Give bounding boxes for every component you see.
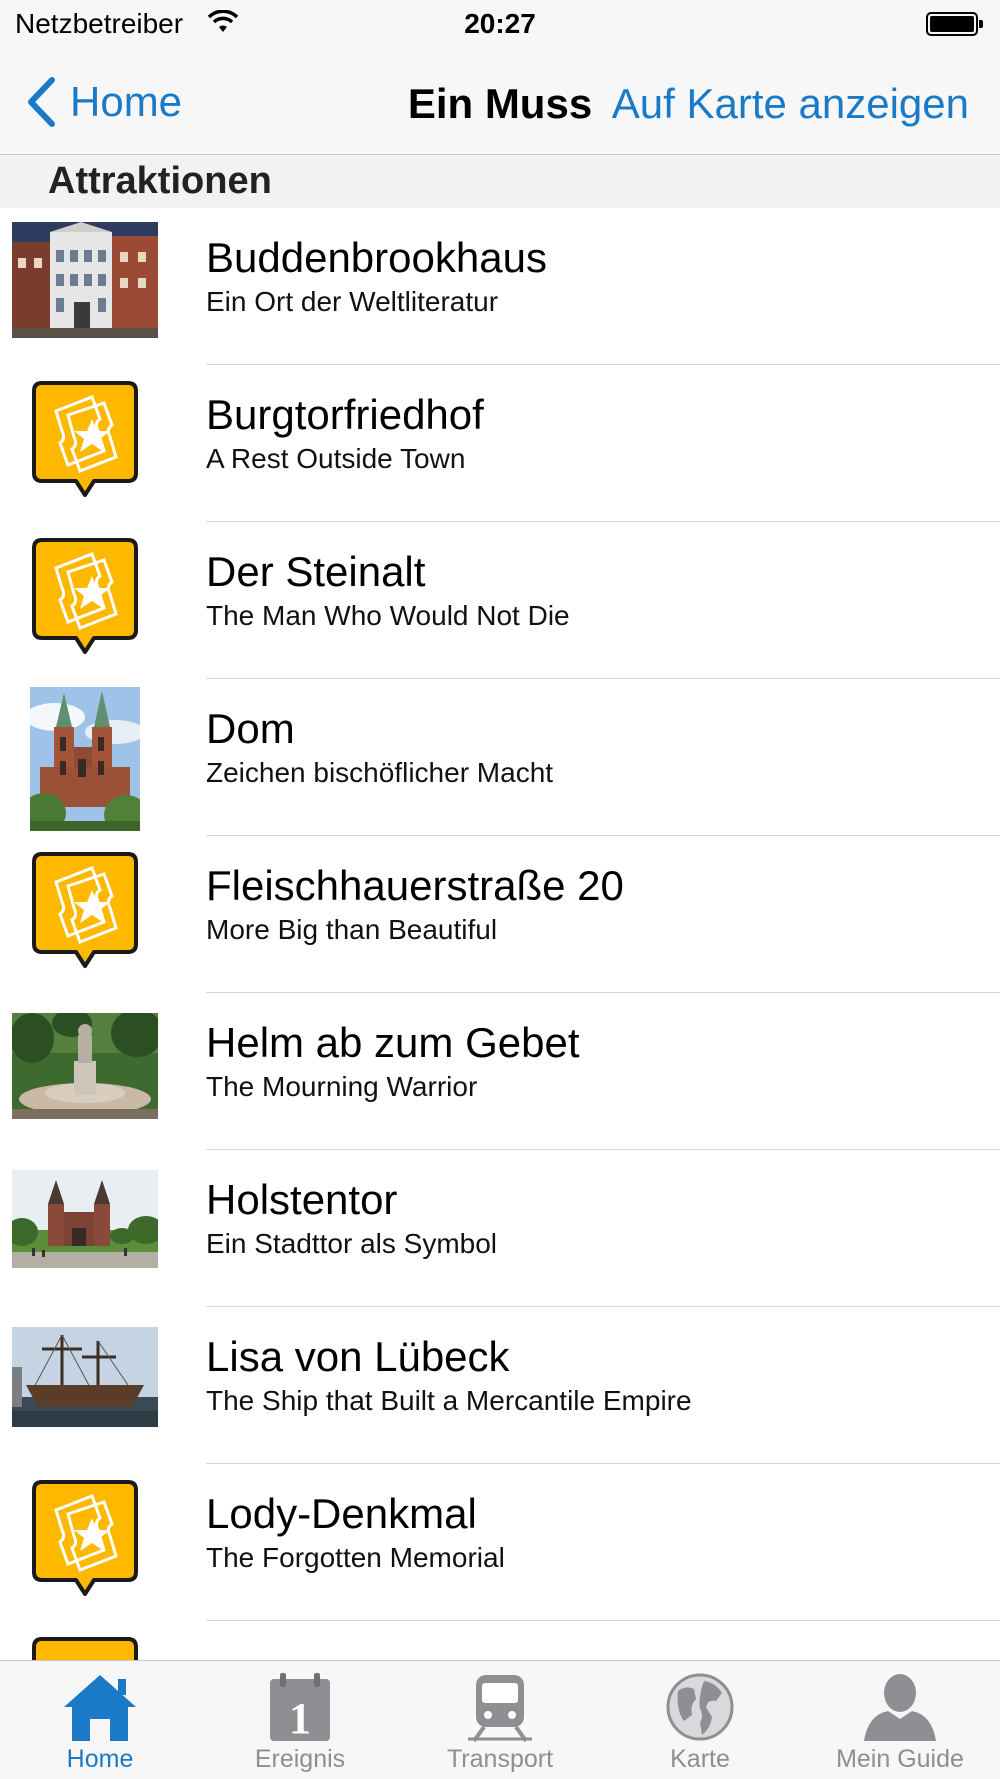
tab-label: Karte xyxy=(670,1745,730,1773)
svg-text:1: 1 xyxy=(289,1694,311,1743)
item-subtitle: The Forgotten Memorial xyxy=(206,1542,505,1573)
list-item[interactable]: Buddenbrookhaus Ein Ort der Weltliteratu… xyxy=(0,208,1000,365)
show-on-map-button[interactable]: Auf Karte anzeigen xyxy=(612,80,969,128)
attractions-list[interactable]: Buddenbrookhaus Ein Ort der Weltliteratu… xyxy=(0,208,1000,1660)
list-item[interactable] xyxy=(0,1621,1000,1660)
list-item[interactable]: Fleischhauerstraße 20 More Big than Beau… xyxy=(0,836,1000,993)
item-subtitle: Ein Stadttor als Symbol xyxy=(206,1228,498,1259)
globe-icon xyxy=(666,1673,734,1741)
tab-home[interactable]: Home xyxy=(0,1661,200,1779)
item-subtitle: Ein Ort der Weltliteratur xyxy=(206,286,499,317)
status-bar: Netzbetreiber 20:27 xyxy=(0,0,1000,50)
thumbnail-photo xyxy=(12,1327,158,1427)
clock: 20:27 xyxy=(464,8,536,39)
list-item[interactable]: Der Steinalt The Man Who Would Not Die xyxy=(0,522,1000,679)
item-subtitle: Zeichen bischöflicher Macht xyxy=(206,757,554,788)
navigation-bar: Home Ein Muss Auf Karte anzeigen xyxy=(0,50,1000,155)
item-title: Fleischhauerstraße 20 xyxy=(206,862,624,909)
item-subtitle: More Big than Beautiful xyxy=(206,914,498,945)
thumbnail-photo xyxy=(12,1013,158,1119)
list-item[interactable]: Helm ab zum Gebet The Mourning Warrior xyxy=(0,993,1000,1150)
item-title: Buddenbrookhaus xyxy=(206,234,547,281)
house-icon xyxy=(64,1675,136,1741)
page-title: Ein Muss xyxy=(407,80,593,127)
item-title: Burgtorfriedhof xyxy=(206,391,484,438)
list-item[interactable]: Lisa von Lübeck The Ship that Built a Me… xyxy=(0,1307,1000,1464)
cathedral-photo xyxy=(30,687,140,831)
tab-transport[interactable]: Transport xyxy=(400,1661,600,1779)
tab-bar: Home 1 Ereignis Transport Karte Mein Gui… xyxy=(0,1660,1000,1779)
battery-icon xyxy=(926,12,984,36)
item-subtitle: The Mourning Warrior xyxy=(206,1071,478,1102)
thumbnail-photo xyxy=(12,222,158,338)
item-title: Der Steinalt xyxy=(206,548,426,595)
ship-photo xyxy=(12,1327,158,1427)
list-item[interactable]: Dom Zeichen bischöflicher Macht xyxy=(0,679,1000,836)
tab-karte[interactable]: Karte xyxy=(600,1661,800,1779)
person-icon xyxy=(864,1674,936,1741)
ticket-star-icon xyxy=(12,538,158,656)
item-title: Dom xyxy=(206,705,295,752)
item-subtitle: The Man Who Would Not Die xyxy=(206,600,570,631)
chevron-left-icon xyxy=(28,77,55,127)
tab-label: Transport xyxy=(446,1745,554,1773)
building-photo xyxy=(12,222,158,338)
back-button[interactable]: Home xyxy=(26,76,182,128)
item-title: Holstentor xyxy=(206,1176,398,1223)
ticket-star-icon xyxy=(12,852,158,970)
tab-label: Home xyxy=(66,1745,134,1773)
calendar-icon: 1 xyxy=(270,1673,330,1743)
item-title: Helm ab zum Gebet xyxy=(206,1019,580,1066)
thumbnail-photo xyxy=(12,687,158,831)
ticket-star-icon xyxy=(12,1480,158,1598)
back-button-label: Home xyxy=(70,78,183,125)
item-title: Lody-Denkmal xyxy=(206,1490,477,1537)
list-item[interactable]: Burgtorfriedhof A Rest Outside Town xyxy=(0,365,1000,522)
section-header: Attraktionen xyxy=(0,155,1000,208)
tab-label: Mein Guide xyxy=(836,1745,964,1773)
thumbnail-photo xyxy=(12,1170,158,1268)
gate-photo xyxy=(12,1170,158,1268)
train-icon xyxy=(468,1675,532,1743)
ticket-star-icon xyxy=(12,1637,158,1660)
statue-photo xyxy=(12,1013,158,1119)
item-subtitle: A Rest Outside Town xyxy=(206,443,466,474)
item-subtitle: The Ship that Built a Mercantile Empire xyxy=(206,1385,692,1416)
list-item[interactable]: Lody-Denkmal The Forgotten Memorial xyxy=(0,1464,1000,1621)
ticket-star-icon xyxy=(12,381,158,499)
tab-label: Ereignis xyxy=(254,1745,346,1773)
tab-ereignis[interactable]: 1 Ereignis xyxy=(200,1661,400,1779)
item-title: Lisa von Lübeck xyxy=(206,1333,510,1380)
list-item[interactable]: Holstentor Ein Stadttor als Symbol xyxy=(0,1150,1000,1307)
tab-mein-guide[interactable]: Mein Guide xyxy=(800,1661,1000,1779)
section-title: Attraktionen xyxy=(48,160,272,202)
